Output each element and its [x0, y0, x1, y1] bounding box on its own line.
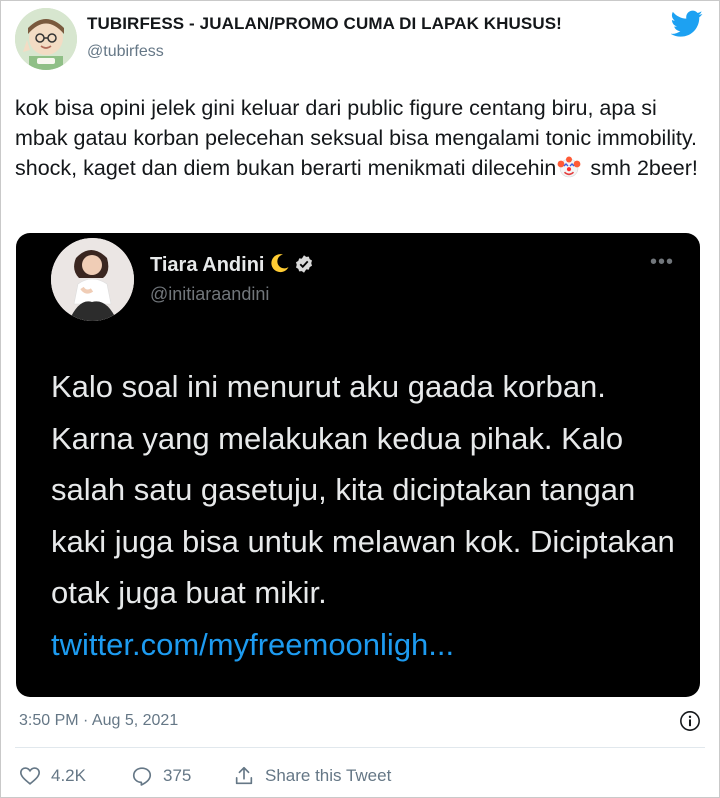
embedded-tweet-link[interactable]: twitter.com/myfreemoonligh... [51, 627, 454, 662]
embedded-tweet-text: Kalo soal ini menurut aku gaada korban. … [51, 361, 691, 670]
clown-emoji [557, 156, 581, 178]
embedded-author-avatar[interactable] [51, 238, 134, 321]
reply-button[interactable]: 375 [131, 765, 191, 787]
more-icon[interactable]: ••• [650, 251, 674, 274]
share-icon [235, 766, 253, 785]
embedded-author-name[interactable]: Tiara Andini [150, 254, 264, 276]
tweet-text-tail: smh 2beer! [584, 156, 698, 180]
author-avatar[interactable] [15, 8, 77, 70]
moon-emoji [271, 254, 289, 273]
tweet-text: kok bisa opini jelek gini keluar dari pu… [15, 93, 715, 183]
author-name[interactable]: TUBIRFESS - JUALAN/PROMO CUMA DI LAPAK K… [87, 14, 562, 34]
verified-badge-icon [296, 255, 313, 273]
tweet-card: TUBIRFESS - JUALAN/PROMO CUMA DI LAPAK K… [0, 0, 720, 798]
embedded-tweet[interactable]: Tiara Andini @initiaraandini ••• Kalo so… [16, 233, 700, 697]
info-icon[interactable] [679, 710, 701, 732]
divider [15, 747, 705, 748]
heart-icon [20, 767, 40, 785]
reply-icon [132, 767, 152, 786]
embedded-author-name-row[interactable]: Tiara Andini [150, 253, 314, 277]
share-label: Share this Tweet [265, 766, 392, 785]
embedded-author-handle[interactable]: @initiaraandini [150, 284, 269, 305]
share-button[interactable]: Share this Tweet [233, 765, 391, 787]
twitter-bird-icon[interactable] [671, 10, 703, 38]
reply-count: 375 [163, 766, 192, 785]
tweet-timestamp[interactable]: 3:50 PM · Aug 5, 2021 [19, 712, 178, 730]
like-button[interactable]: 4.2K [19, 765, 86, 787]
embedded-tweet-body: Kalo soal ini menurut aku gaada korban. … [51, 369, 675, 610]
author-handle[interactable]: @tubirfess [87, 43, 164, 61]
like-count: 4.2K [51, 766, 86, 785]
